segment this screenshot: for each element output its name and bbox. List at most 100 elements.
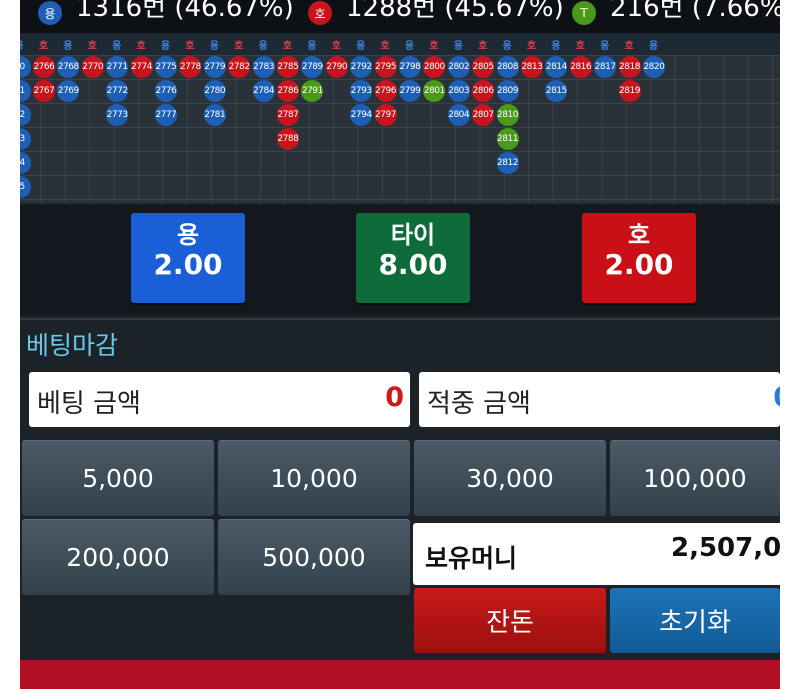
- road-header: 용호용호용호용호용호용호용호용호용호용호용호용호용호용: [20, 33, 780, 55]
- road-result-marker: 2775: [154, 56, 177, 78]
- reset-button[interactable]: 초기화: [610, 588, 780, 653]
- road-header-label: 용: [453, 41, 463, 52]
- road-result-marker: 2776: [154, 80, 177, 102]
- change-button[interactable]: 잔돈: [414, 588, 606, 653]
- balance-label: 보유머니: [425, 544, 518, 573]
- road-header-label: 용: [356, 41, 366, 52]
- win-amount-label: 적중 금액: [427, 389, 531, 419]
- road-result-marker: 2804: [447, 104, 470, 126]
- road-result-marker: 2781: [203, 104, 226, 126]
- tie-stat: T 216번 (7.66%): [572, 0, 780, 25]
- road-grid: 606162636465 2766276727682769277027712772…: [20, 55, 780, 203]
- bet-dragon-odds: 2.00: [153, 248, 223, 281]
- road-result-marker: 2810: [496, 104, 519, 126]
- road-result-marker: 2787: [276, 104, 299, 126]
- road-header-label: 용: [258, 41, 268, 52]
- road-header-label: 용: [63, 41, 73, 52]
- bet-amount-value: 0: [385, 382, 404, 413]
- road-result-marker: 2815: [545, 80, 568, 102]
- road-result-marker: 2814: [545, 56, 568, 78]
- road-result-marker: 2784: [252, 80, 275, 102]
- dragon-icon: 용: [38, 1, 62, 25]
- road-result-marker: 2803: [447, 80, 470, 102]
- tiger-icon: 호: [308, 1, 332, 25]
- road-result-marker: 60: [20, 56, 31, 78]
- road-result-marker: 2771: [106, 56, 129, 78]
- road-result-marker: 2809: [496, 80, 519, 102]
- road-result-marker: 2772: [106, 80, 129, 102]
- tie-icon: T: [572, 1, 596, 25]
- bet-amount-field: 베팅 금액 0: [29, 372, 410, 427]
- balance-value: 2,507,065: [671, 533, 780, 563]
- road-header-label: 호: [234, 41, 244, 52]
- road-result-marker: 64: [20, 152, 31, 174]
- road-header-label: 용: [209, 41, 219, 52]
- road-result-marker: 2785: [276, 56, 299, 78]
- bet-dragon-label: 용: [176, 221, 200, 249]
- road-header-label: 호: [136, 41, 146, 52]
- chip-200000-button[interactable]: 200,000: [22, 519, 214, 595]
- road-result-marker: 2801: [423, 80, 446, 102]
- bet-tie-label: 타이: [390, 221, 436, 249]
- chip-500000-button[interactable]: 500,000: [218, 519, 410, 595]
- bet-tie-odds: 8.00: [378, 248, 448, 281]
- road-result-marker: 2791: [301, 80, 324, 102]
- road-result-marker: 2789: [301, 56, 324, 78]
- bet-tiger-odds: 2.00: [604, 248, 674, 281]
- road-result-marker: 2806: [472, 80, 495, 102]
- road-header-label: 용: [112, 41, 122, 52]
- bet-dragon-button[interactable]: 용 2.00: [131, 213, 245, 303]
- road-header-label: 호: [526, 41, 537, 52]
- road-header-label: 호: [87, 41, 97, 52]
- road-header-label: 호: [575, 41, 585, 52]
- tiger-stat: 호 1288번 (45.67%): [308, 0, 564, 25]
- road-result-marker: 2794: [350, 104, 373, 126]
- road-header-label: 용: [160, 41, 171, 52]
- road-header-label: 호: [185, 41, 195, 52]
- result-road: 용 호 용 호 용 호 용 호 용 호 용 호 용 호 용 호 용 호 용 호 용 호 용 호 용 호 용 606162636465…: [20, 33, 780, 203]
- road-result-marker: 2805: [472, 56, 495, 78]
- road-result-marker: 2813: [520, 56, 543, 78]
- bottom-action-bar[interactable]: [20, 660, 780, 689]
- road-result-marker: 2770: [81, 56, 104, 78]
- chip-10000-button[interactable]: 10,000: [218, 440, 410, 516]
- road-result-marker: 2790: [325, 56, 348, 78]
- bet-amount-label: 베팅 금액: [37, 389, 141, 419]
- road-result-marker: 65: [20, 176, 31, 198]
- chip-30000-button[interactable]: 30,000: [414, 440, 606, 516]
- road-result-marker: 2773: [106, 104, 129, 126]
- road-result-marker: 2780: [203, 80, 226, 102]
- road-result-marker: 2819: [618, 80, 641, 102]
- bet-tie-button[interactable]: 타이 8.00: [356, 213, 470, 303]
- tie-count: 216번 (7.66%): [610, 0, 780, 23]
- road-result-marker: 2782: [228, 56, 251, 78]
- road-result-marker: 2783: [252, 56, 275, 78]
- road-result-marker: 2788: [276, 128, 299, 150]
- road-result-marker: 2777: [154, 104, 177, 126]
- odds-panel: 용 2.00 타이 8.00 호 2.00: [20, 205, 780, 315]
- road-result-marker: 2786: [276, 80, 299, 102]
- road-header-label: 호: [38, 41, 49, 52]
- chip-5000-button[interactable]: 5,000: [22, 440, 214, 516]
- road-header-label: 용: [551, 41, 561, 52]
- road-result-marker: 2797: [374, 104, 397, 126]
- road-result-marker: 2798: [398, 56, 421, 78]
- road-result-marker: 2818: [618, 56, 641, 78]
- road-header-label: 호: [429, 41, 439, 52]
- road-header-label: 용: [502, 41, 512, 52]
- road-header-label: 호: [282, 41, 293, 52]
- road-result-marker: 2820: [642, 56, 665, 78]
- road-header-label: 호: [380, 41, 390, 52]
- road-result-marker: 2792: [350, 56, 373, 78]
- road-result-marker: 2811: [496, 128, 519, 150]
- chip-100000-button[interactable]: 100,000: [610, 440, 780, 516]
- betting-closed-label: 베팅마감: [26, 331, 119, 360]
- road-result-marker: 2774: [130, 56, 153, 78]
- road-result-marker: 2767: [32, 80, 55, 102]
- road-header-label: 호: [624, 41, 634, 52]
- win-amount-field: 적중 금액 0: [419, 372, 780, 427]
- road-result-marker: 2778: [179, 56, 202, 78]
- road-header-label: 용: [307, 41, 317, 52]
- road-header-label: 호: [331, 41, 341, 52]
- bet-tiger-button[interactable]: 호 2.00: [582, 213, 696, 303]
